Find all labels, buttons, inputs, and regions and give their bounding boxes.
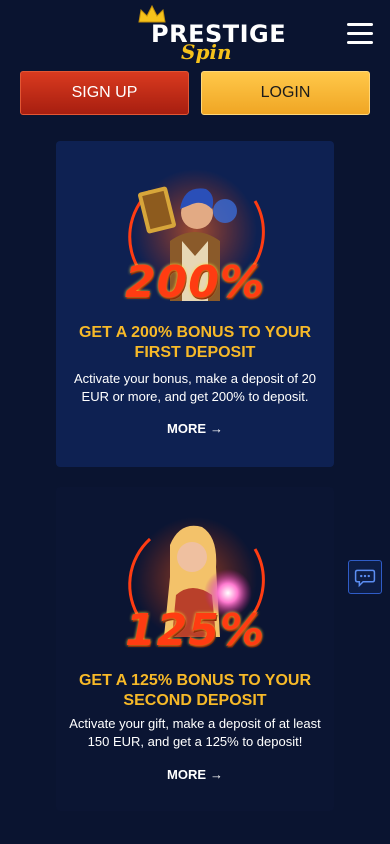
header: PRESTIGE Spin — [0, 0, 390, 68]
sign-up-button[interactable]: SIGN UP — [20, 71, 189, 115]
more-link[interactable]: MORE → — [56, 421, 334, 436]
arrow-right-icon: → — [210, 767, 223, 782]
more-link[interactable]: MORE → — [56, 767, 334, 782]
more-label: MORE — [167, 767, 206, 782]
arrow-right-icon: → — [210, 421, 223, 436]
login-button[interactable]: LOGIN — [201, 71, 370, 115]
promo-title: GET A 125% BONUS TO YOUR SECOND DEPOSIT — [78, 672, 312, 709]
prestige-spin-logo[interactable]: PRESTIGE Spin — [138, 4, 286, 64]
more-label: MORE — [167, 421, 206, 436]
promo-description: Activate your gift, make a deposit of at… — [69, 716, 321, 749]
promo-title: GET A 200% BONUS TO YOUR FIRST DEPOSIT — [78, 324, 312, 361]
live-chat-button[interactable] — [348, 560, 382, 594]
promo-card-second-deposit: 125% GET A 125% BONUS TO YOUR SECOND DEP… — [56, 487, 334, 811]
promo-card-first-deposit: 200% GET A 200% BONUS TO YOUR FIRST DEPO… — [56, 141, 334, 467]
bonus-percent-graphic: 200% — [125, 257, 265, 308]
logo-text-spin: Spin — [181, 40, 232, 64]
bonus-percent-graphic: 125% — [125, 605, 265, 656]
chat-bubble-icon — [354, 569, 376, 588]
hamburger-menu-icon[interactable] — [347, 23, 373, 45]
promo-description: Activate your bonus, make a deposit of 2… — [73, 371, 317, 404]
